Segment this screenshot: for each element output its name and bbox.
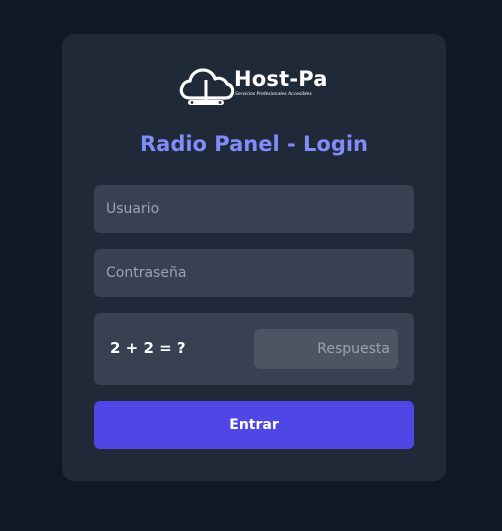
login-card: Host-Pa Servicios Profesionales Accesibl… [62, 34, 446, 481]
page-title: Radio Panel - Login [139, 132, 369, 156]
login-button[interactable]: Entrar [94, 401, 414, 449]
captcha-answer-input[interactable] [254, 329, 398, 369]
cloud-server-icon [179, 68, 234, 105]
captcha-container: 2 + 2 = ? [94, 313, 414, 385]
username-input[interactable] [94, 185, 414, 233]
captcha-question: 2 + 2 = ? [110, 339, 186, 357]
brand-name: Host-Pa [234, 67, 328, 91]
brand-tagline: Servicios Profesionales Accesibles [235, 92, 312, 97]
password-input[interactable] [94, 249, 414, 297]
brand-logo: Host-Pa Servicios Profesionales Accesibl… [178, 64, 332, 108]
